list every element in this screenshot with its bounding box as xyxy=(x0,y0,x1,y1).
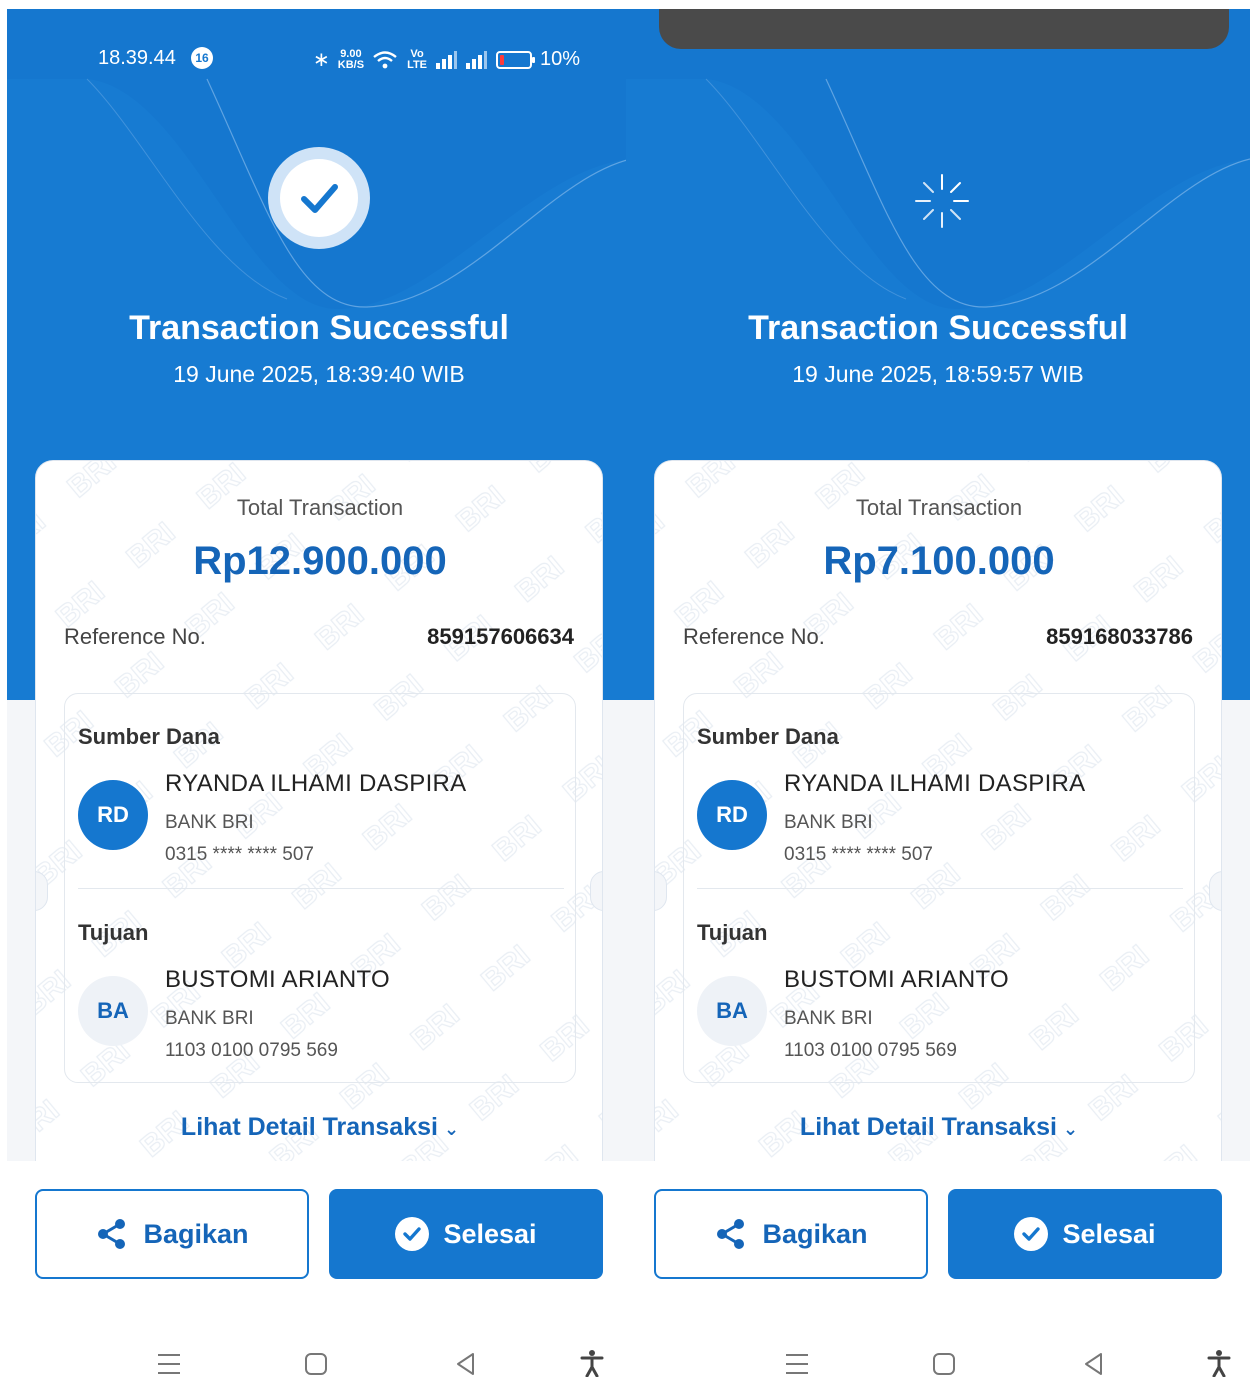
chevron-down-icon: ⌄ xyxy=(443,1119,460,1139)
success-checkmark-badge xyxy=(268,147,370,249)
back-icon[interactable] xyxy=(453,1351,479,1377)
loading-spinner-icon xyxy=(915,174,969,228)
card-notch-right xyxy=(590,871,602,911)
notification-count-badge: 16 xyxy=(191,47,213,69)
share-icon xyxy=(717,1219,745,1249)
network-speed: 9.00 KB/S xyxy=(337,47,365,71)
source-account-number: 0315 **** **** 507 xyxy=(165,844,314,865)
done-button-label: Selesai xyxy=(443,1218,537,1249)
view-transaction-detail-link[interactable]: Lihat Detail Transaksi ⌄ xyxy=(36,1113,602,1142)
volte-icon: Vo LTE xyxy=(407,47,428,71)
total-transaction-label: Total Transaction xyxy=(236,495,404,520)
home-icon[interactable] xyxy=(303,1351,329,1377)
page-title: Transaction Successful xyxy=(129,309,509,347)
transaction-datetime: 19 June 2025, 18:39:40 WIB xyxy=(173,361,465,387)
transfer-parties-box: Sumber Dana RD RYANDA ILHAMI DASPIRA BAN… xyxy=(683,693,1195,1083)
done-button-label: Selesai xyxy=(1062,1218,1156,1249)
chevron-down-icon: ⌄ xyxy=(1062,1119,1079,1139)
notification-overlay xyxy=(659,9,1229,49)
reference-number: 859157606634 xyxy=(427,624,574,649)
source-bank-name: BANK BRI xyxy=(784,812,873,833)
total-transaction-amount: Rp12.900.000 xyxy=(193,539,447,583)
signal-icon-2 xyxy=(466,50,488,69)
home-icon[interactable] xyxy=(931,1351,957,1377)
action-footer: Bagikan Selesai xyxy=(626,1161,1250,1377)
destination-avatar: BA xyxy=(697,976,767,1046)
transfer-parties-box: Sumber Dana RD RYANDA ILHAMI DASPIRA BAN… xyxy=(64,693,576,1083)
reference-label: Reference No. xyxy=(683,624,825,649)
check-circle-icon xyxy=(1014,1217,1049,1251)
accessibility-icon[interactable] xyxy=(579,1349,605,1377)
source-account-number: 0315 **** **** 507 xyxy=(784,844,933,865)
detail-link-label: Lihat Detail Transaksi xyxy=(180,1113,438,1141)
status-bar: 18.39.44 16 ∗ 9.00 KB/S Vo LTE 10% xyxy=(7,39,631,79)
status-time: 18.39.44 xyxy=(98,47,176,69)
done-button[interactable]: Selesai xyxy=(329,1189,603,1279)
destination-label: Tujuan xyxy=(697,920,768,945)
destination-avatar: BA xyxy=(78,976,148,1046)
destination-account-name: BUSTOMI ARIANTO xyxy=(165,966,390,993)
section-divider xyxy=(697,888,1183,889)
view-transaction-detail-link[interactable]: Lihat Detail Transaksi ⌄ xyxy=(655,1113,1221,1142)
receipt-card: BRI Total Transaction Rp12.900.000 Refer… xyxy=(35,460,603,1180)
destination-account-number: 1103 0100 0795 569 xyxy=(784,1040,957,1061)
battery-percent: 10% xyxy=(540,48,581,70)
total-transaction-amount: Rp7.100.000 xyxy=(823,539,1055,583)
source-bank-name: BANK BRI xyxy=(165,812,254,833)
source-avatar: RD xyxy=(78,780,148,850)
section-divider xyxy=(78,888,564,889)
transaction-datetime: 19 June 2025, 18:59:57 WIB xyxy=(792,361,1084,387)
share-button-label: Bagikan xyxy=(143,1218,249,1249)
source-account-name: RYANDA ILHAMI DASPIRA xyxy=(784,770,1086,797)
source-avatar: RD xyxy=(697,780,767,850)
bluetooth-icon: ∗ xyxy=(313,49,330,71)
destination-account-name: BUSTOMI ARIANTO xyxy=(784,966,1009,993)
wifi-icon xyxy=(373,50,397,68)
reference-label: Reference No. xyxy=(64,624,206,649)
done-button[interactable]: Selesai xyxy=(948,1189,1222,1279)
share-icon xyxy=(98,1219,126,1249)
destination-bank-name: BANK BRI xyxy=(784,1008,873,1029)
transaction-screen-1: 18.39.44 16 ∗ 9.00 KB/S Vo LTE 10% Trans… xyxy=(7,0,631,1377)
screenshot-stage: 18.39.44 16 ∗ 9.00 KB/S Vo LTE 10% Trans… xyxy=(0,0,1250,1377)
back-icon[interactable] xyxy=(1081,1351,1107,1377)
status-icons: ∗ 9.00 KB/S Vo LTE 10% xyxy=(313,47,580,72)
detail-link-label: Lihat Detail Transaksi xyxy=(799,1113,1057,1141)
accessibility-icon[interactable] xyxy=(1206,1349,1232,1377)
signal-icon xyxy=(436,50,458,69)
check-circle-icon xyxy=(395,1217,430,1251)
source-fund-label: Sumber Dana xyxy=(78,724,220,749)
checkmark-icon xyxy=(301,184,338,213)
source-account-name: RYANDA ILHAMI DASPIRA xyxy=(165,770,467,797)
total-transaction-label: Total Transaction xyxy=(855,495,1023,520)
share-button[interactable]: Bagikan xyxy=(654,1189,928,1279)
destination-account-number: 1103 0100 0795 569 xyxy=(165,1040,338,1061)
battery-icon xyxy=(496,50,536,69)
share-button-label: Bagikan xyxy=(762,1218,868,1249)
share-button[interactable]: Bagikan xyxy=(35,1189,309,1279)
transaction-screen-2: Transaction Successful 19 June 2025, 18:… xyxy=(626,0,1250,1377)
action-footer: Bagikan Selesai xyxy=(7,1161,631,1377)
menu-icon[interactable] xyxy=(783,1351,811,1377)
menu-icon[interactable] xyxy=(155,1351,183,1377)
source-fund-label: Sumber Dana xyxy=(697,724,839,749)
destination-bank-name: BANK BRI xyxy=(165,1008,254,1029)
destination-label: Tujuan xyxy=(78,920,149,945)
reference-number: 859168033786 xyxy=(1046,624,1193,649)
page-title: Transaction Successful xyxy=(748,309,1128,347)
receipt-card: BRI Total Transaction Rp7.100.000 Refere… xyxy=(654,460,1222,1180)
card-notch-right xyxy=(1209,871,1221,911)
